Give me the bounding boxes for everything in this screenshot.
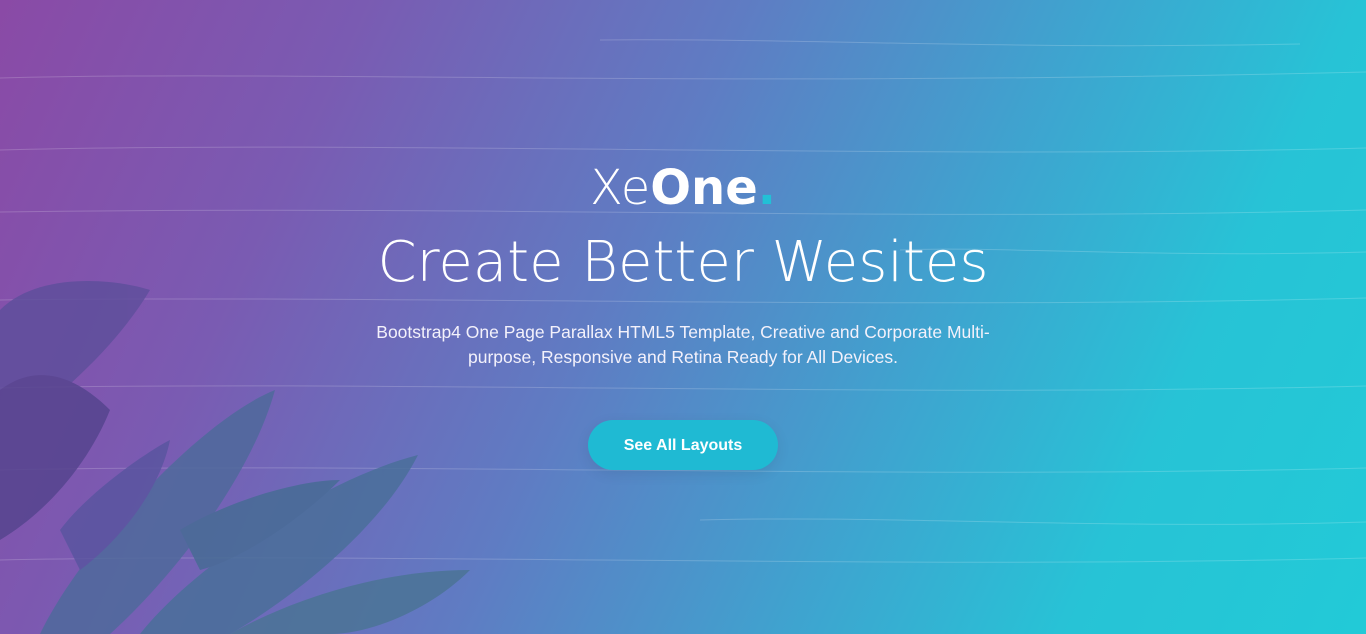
hero-section: XeOne. Create Better Wesites Bootstrap4 … <box>0 0 1366 634</box>
brand-logo: XeOne. <box>0 158 1366 218</box>
brand-logo-dot: . <box>757 160 777 216</box>
brand-logo-light: Xe <box>589 160 651 216</box>
brand-logo-bold: One <box>650 160 758 216</box>
hero-content: XeOne. Create Better Wesites Bootstrap4 … <box>0 0 1366 634</box>
hero-headline: Create Better Wesites <box>377 230 989 295</box>
see-all-layouts-button[interactable]: See All Layouts <box>588 420 778 470</box>
hero-subtitle: Bootstrap4 One Page Parallax HTML5 Templ… <box>376 322 990 367</box>
